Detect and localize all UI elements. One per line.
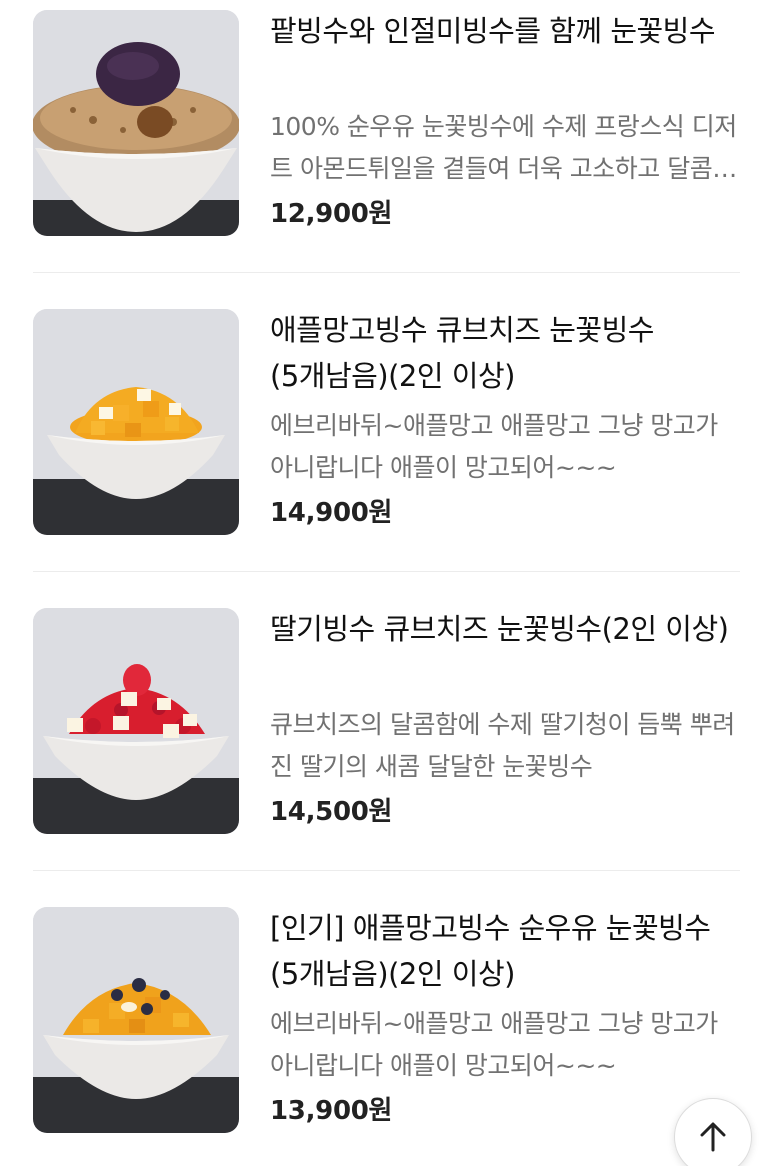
menu-item-title[interactable]: [인기] 애플망고빙수 순우유 눈꽃빙수 (5개남음)(2인 이상): [270, 905, 740, 997]
menu-item-price: 14,500원: [270, 797, 393, 827]
menu-item-info: [인기] 애플망고빙수 순우유 눈꽃빙수 (5개남음)(2인 이상) 에브리바뒤…: [270, 905, 740, 1131]
menu-item[interactable]: 애플망고빙수 큐브치즈 눈꽃빙수 (5개남음)(2인 이상) 에브리바뒤~애플망…: [0, 299, 773, 598]
arrow-up-icon: [700, 1122, 726, 1152]
menu-item-title[interactable]: 팥빙수와 인절미빙수를 함께 눈꽃빙수: [270, 8, 740, 100]
menu-item[interactable]: 팥빙수와 인절미빙수를 함께 눈꽃빙수 100% 순우유 눈꽃빙수에 수제 프랑…: [0, 0, 773, 299]
menu-item-description: 큐브치즈의 달콤함에 수제 딸기청이 듬뿍 뿌려진 딸기의 새콤 달달한 눈꽃빙…: [270, 710, 735, 781]
menu-item-price: 13,900원: [270, 1096, 393, 1126]
menu-item-info: 딸기빙수 큐브치즈 눈꽃빙수(2인 이상) 큐브치즈의 달콤함에 수제 딸기청이…: [270, 606, 740, 832]
divider: [33, 571, 740, 572]
menu-item-image[interactable]: [33, 309, 239, 535]
menu-item-title[interactable]: 애플망고빙수 큐브치즈 눈꽃빙수 (5개남음)(2인 이상): [270, 307, 740, 399]
scroll-to-top-button[interactable]: [674, 1098, 752, 1166]
menu-item-info: 애플망고빙수 큐브치즈 눈꽃빙수 (5개남음)(2인 이상) 에브리바뒤~애플망…: [270, 307, 740, 533]
menu-list: 팥빙수와 인절미빙수를 함께 눈꽃빙수 100% 순우유 눈꽃빙수에 수제 프랑…: [0, 0, 773, 1166]
menu-item-title[interactable]: 딸기빙수 큐브치즈 눈꽃빙수(2인 이상): [270, 606, 740, 698]
menu-item-description: 에브리바뒤~애플망고 애플망고 그냥 망고가 아니랍니다 애플이 망고되어~~~: [270, 411, 718, 482]
divider: [33, 272, 740, 273]
menu-item-description: 에브리바뒤~애플망고 애플망고 그냥 망고가 아니랍니다 애플이 망고되어~~~: [270, 1009, 718, 1080]
menu-item-image[interactable]: [33, 907, 239, 1133]
menu-item-image[interactable]: [33, 10, 239, 236]
menu-item-description: 100% 순우유 눈꽃빙수에 수제 프랑스식 디저트 아몬드튀일을 곁들여 더욱…: [270, 112, 737, 183]
menu-item-image[interactable]: [33, 608, 239, 834]
menu-item-info: 팥빙수와 인절미빙수를 함께 눈꽃빙수 100% 순우유 눈꽃빙수에 수제 프랑…: [270, 8, 740, 234]
divider: [33, 870, 740, 871]
menu-item[interactable]: [인기] 애플망고빙수 순우유 눈꽃빙수 (5개남음)(2인 이상) 에브리바뒤…: [0, 897, 773, 1166]
menu-item[interactable]: 딸기빙수 큐브치즈 눈꽃빙수(2인 이상) 큐브치즈의 달콤함에 수제 딸기청이…: [0, 598, 773, 897]
menu-item-price: 12,900원: [270, 199, 393, 229]
menu-item-price: 14,900원: [270, 498, 393, 528]
